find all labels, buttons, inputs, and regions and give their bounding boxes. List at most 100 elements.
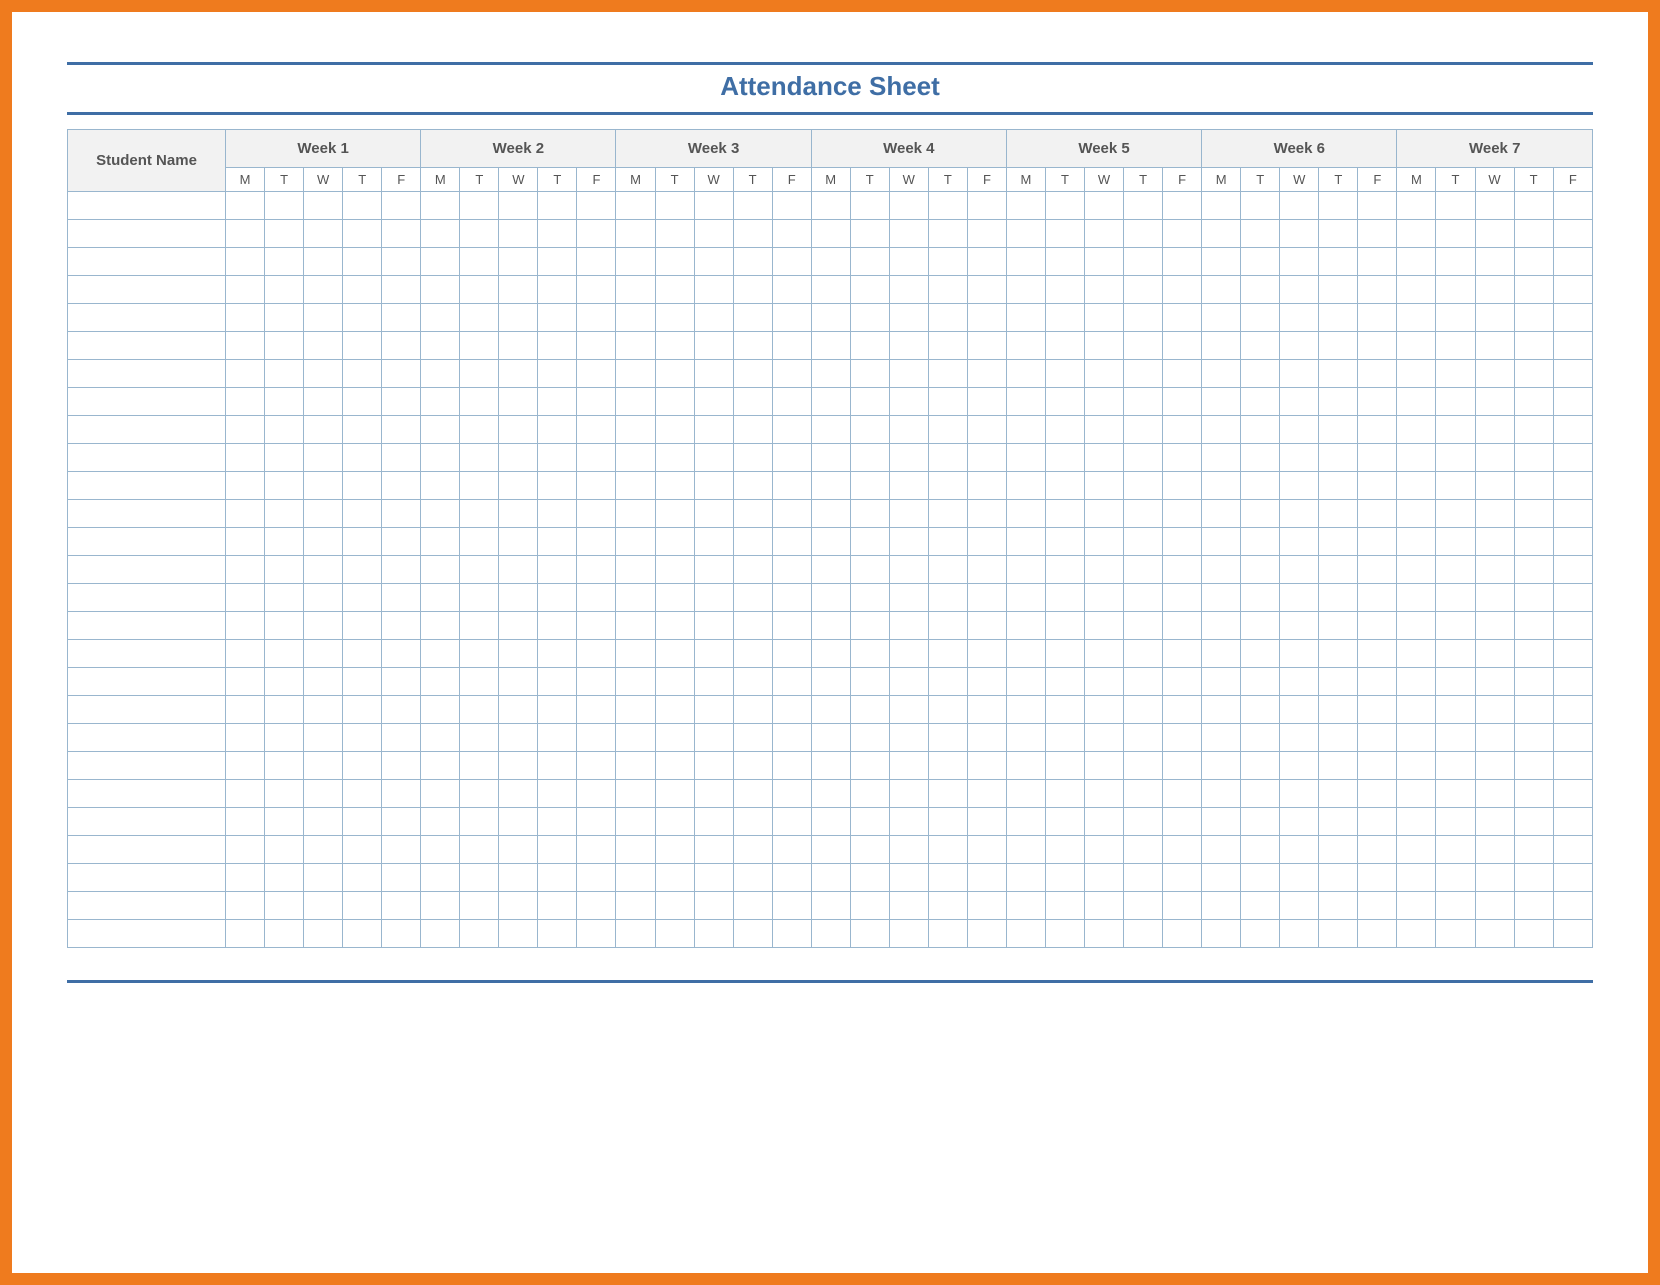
cell-attendance[interactable] <box>772 836 811 864</box>
cell-attendance[interactable] <box>265 416 304 444</box>
cell-attendance[interactable] <box>460 248 499 276</box>
cell-attendance[interactable] <box>499 416 538 444</box>
cell-attendance[interactable] <box>967 640 1006 668</box>
cell-attendance[interactable] <box>1241 332 1280 360</box>
cell-attendance[interactable] <box>967 752 1006 780</box>
cell-attendance[interactable] <box>1045 892 1084 920</box>
cell-attendance[interactable] <box>265 752 304 780</box>
cell-attendance[interactable] <box>694 780 733 808</box>
cell-attendance[interactable] <box>772 332 811 360</box>
cell-attendance[interactable] <box>460 556 499 584</box>
cell-attendance[interactable] <box>304 724 343 752</box>
cell-attendance[interactable] <box>1006 360 1045 388</box>
cell-attendance[interactable] <box>1124 500 1163 528</box>
cell-attendance[interactable] <box>616 864 655 892</box>
cell-attendance[interactable] <box>928 388 967 416</box>
cell-attendance[interactable] <box>850 304 889 332</box>
cell-attendance[interactable] <box>1553 668 1592 696</box>
cell-attendance[interactable] <box>1514 612 1553 640</box>
cell-attendance[interactable] <box>811 640 850 668</box>
cell-attendance[interactable] <box>1124 612 1163 640</box>
cell-attendance[interactable] <box>1514 332 1553 360</box>
cell-attendance[interactable] <box>928 192 967 220</box>
cell-attendance[interactable] <box>460 724 499 752</box>
cell-attendance[interactable] <box>850 192 889 220</box>
cell-student-name[interactable] <box>68 360 226 388</box>
cell-attendance[interactable] <box>1319 416 1358 444</box>
cell-attendance[interactable] <box>850 836 889 864</box>
cell-attendance[interactable] <box>265 920 304 948</box>
cell-attendance[interactable] <box>928 808 967 836</box>
cell-attendance[interactable] <box>967 696 1006 724</box>
cell-attendance[interactable] <box>1358 752 1397 780</box>
cell-attendance[interactable] <box>226 472 265 500</box>
cell-attendance[interactable] <box>733 584 772 612</box>
cell-attendance[interactable] <box>1319 500 1358 528</box>
cell-attendance[interactable] <box>772 304 811 332</box>
cell-attendance[interactable] <box>382 892 421 920</box>
cell-attendance[interactable] <box>226 864 265 892</box>
cell-attendance[interactable] <box>226 752 265 780</box>
cell-attendance[interactable] <box>1202 276 1241 304</box>
cell-attendance[interactable] <box>655 724 694 752</box>
cell-attendance[interactable] <box>1280 248 1319 276</box>
cell-attendance[interactable] <box>1241 360 1280 388</box>
cell-attendance[interactable] <box>1202 304 1241 332</box>
cell-attendance[interactable] <box>928 668 967 696</box>
cell-student-name[interactable] <box>68 416 226 444</box>
cell-attendance[interactable] <box>499 612 538 640</box>
cell-attendance[interactable] <box>304 360 343 388</box>
cell-attendance[interactable] <box>304 892 343 920</box>
cell-attendance[interactable] <box>928 248 967 276</box>
cell-attendance[interactable] <box>655 332 694 360</box>
cell-attendance[interactable] <box>1280 416 1319 444</box>
cell-attendance[interactable] <box>655 668 694 696</box>
cell-attendance[interactable] <box>889 388 928 416</box>
cell-attendance[interactable] <box>1397 612 1436 640</box>
cell-attendance[interactable] <box>499 220 538 248</box>
cell-attendance[interactable] <box>733 416 772 444</box>
cell-attendance[interactable] <box>499 556 538 584</box>
cell-attendance[interactable] <box>265 276 304 304</box>
cell-attendance[interactable] <box>616 836 655 864</box>
cell-attendance[interactable] <box>1280 332 1319 360</box>
cell-attendance[interactable] <box>1241 612 1280 640</box>
cell-attendance[interactable] <box>1085 864 1124 892</box>
cell-attendance[interactable] <box>1436 892 1475 920</box>
cell-attendance[interactable] <box>694 416 733 444</box>
cell-attendance[interactable] <box>1319 192 1358 220</box>
cell-attendance[interactable] <box>1085 584 1124 612</box>
cell-attendance[interactable] <box>928 556 967 584</box>
cell-attendance[interactable] <box>1006 668 1045 696</box>
cell-attendance[interactable] <box>499 360 538 388</box>
cell-attendance[interactable] <box>1085 892 1124 920</box>
cell-attendance[interactable] <box>1006 836 1045 864</box>
cell-attendance[interactable] <box>1085 472 1124 500</box>
cell-attendance[interactable] <box>577 780 616 808</box>
cell-attendance[interactable] <box>1553 696 1592 724</box>
cell-attendance[interactable] <box>1553 472 1592 500</box>
cell-attendance[interactable] <box>811 920 850 948</box>
cell-attendance[interactable] <box>1475 304 1514 332</box>
cell-attendance[interactable] <box>1358 388 1397 416</box>
cell-attendance[interactable] <box>577 192 616 220</box>
cell-attendance[interactable] <box>421 248 460 276</box>
cell-attendance[interactable] <box>928 276 967 304</box>
cell-attendance[interactable] <box>811 192 850 220</box>
cell-attendance[interactable] <box>889 920 928 948</box>
cell-attendance[interactable] <box>343 444 382 472</box>
cell-attendance[interactable] <box>694 556 733 584</box>
cell-attendance[interactable] <box>850 724 889 752</box>
cell-attendance[interactable] <box>1045 612 1084 640</box>
cell-attendance[interactable] <box>1475 696 1514 724</box>
cell-attendance[interactable] <box>1045 304 1084 332</box>
cell-attendance[interactable] <box>1006 612 1045 640</box>
cell-attendance[interactable] <box>577 556 616 584</box>
cell-attendance[interactable] <box>382 500 421 528</box>
cell-attendance[interactable] <box>1280 220 1319 248</box>
cell-attendance[interactable] <box>889 808 928 836</box>
cell-attendance[interactable] <box>733 472 772 500</box>
cell-attendance[interactable] <box>1280 780 1319 808</box>
cell-attendance[interactable] <box>421 276 460 304</box>
cell-attendance[interactable] <box>889 556 928 584</box>
